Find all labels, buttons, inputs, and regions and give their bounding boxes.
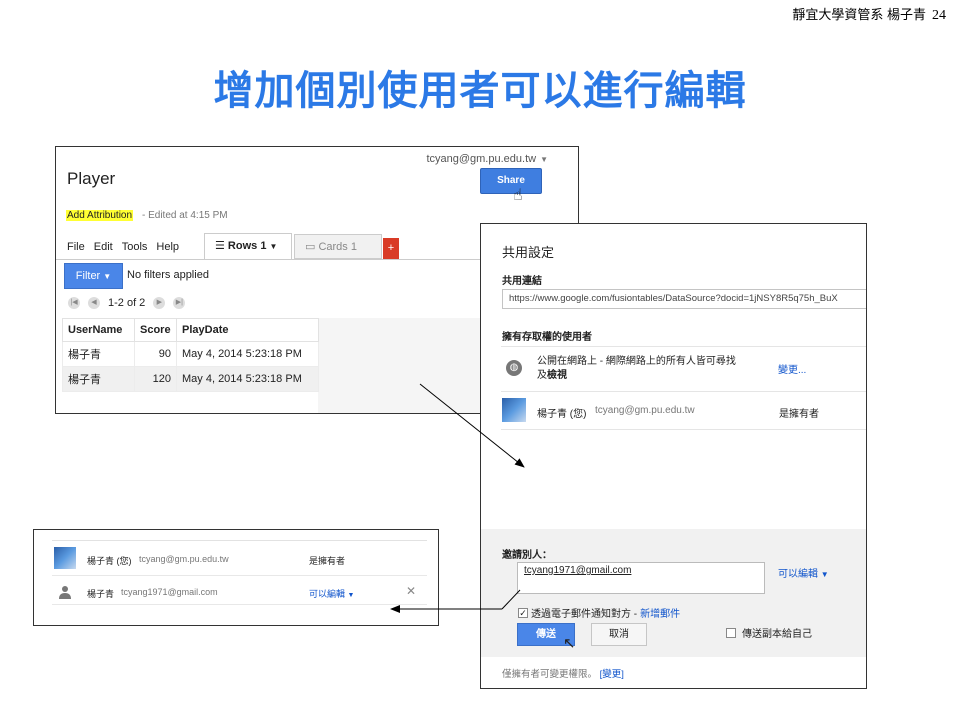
annotation-arrows [390, 383, 525, 613]
arrow-to-share-dialog [419, 383, 525, 468]
arrow-connector [501, 589, 521, 610]
